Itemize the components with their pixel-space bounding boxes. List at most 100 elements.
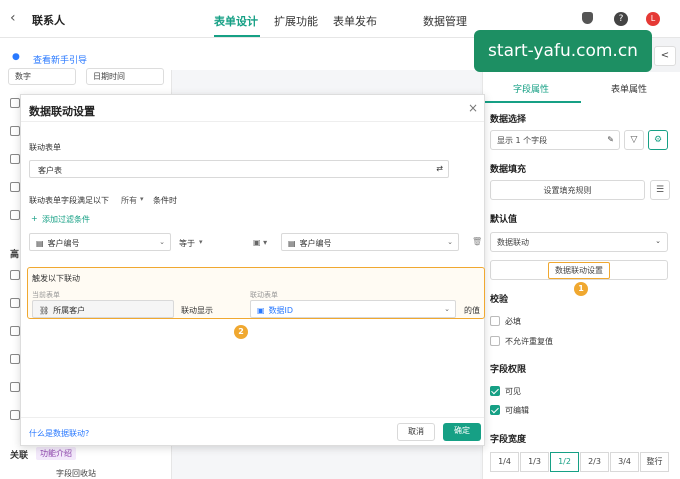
- caret-down-icon: ▾: [140, 195, 144, 203]
- caret-down-icon: ▾: [199, 238, 203, 246]
- dept-icon: [10, 182, 20, 192]
- component-number-label: 数字: [15, 72, 31, 81]
- trigger-section: 触发以下联动 当前表单 联动表单 ⛓ 所属客户 联动显示 ▣ 数据ID ⌄ 的值: [27, 267, 485, 319]
- component-datetime[interactable]: 日期时间: [86, 68, 164, 85]
- data-select-label: 数据选择: [490, 115, 527, 125]
- edit-icon: ✎: [607, 135, 614, 144]
- link-setting-row: 数据联动设置: [490, 260, 668, 280]
- permission-label: 字段权限: [490, 365, 527, 375]
- right-tab-underline: [485, 101, 581, 103]
- confirm-button[interactable]: 确定: [443, 423, 481, 441]
- recycle-bin-link[interactable]: 字段回收站: [56, 468, 96, 479]
- filter-value-field: 客户编号: [299, 239, 332, 248]
- target-field-value: 数据ID: [268, 306, 294, 315]
- location-pin-icon: ●: [12, 52, 20, 62]
- data-link-setting-button[interactable]: 数据联动设置: [548, 262, 610, 279]
- width-option[interactable]: 1/3: [520, 452, 549, 472]
- current-field-value: 所属客户: [53, 306, 86, 315]
- field-icon: ▤: [288, 239, 296, 248]
- checkbox-icon: [10, 126, 20, 136]
- radio-icon: [10, 98, 20, 108]
- filter-value-select[interactable]: ▤ 客户编号 ⌄: [281, 233, 459, 251]
- guide-strip: ● 查看新手引导: [0, 38, 480, 70]
- formula-icon: [10, 410, 20, 420]
- chevron-down-icon: ⌄: [159, 238, 165, 246]
- property-panel: 字段属性 表单属性 数据选择 显示 1 个字段 ✎ ▽ ⚙ 数据填充 设置填充规则…: [482, 72, 680, 479]
- help-icon[interactable]: ?: [614, 12, 628, 26]
- required-label: 必填: [505, 317, 521, 326]
- data-select-field[interactable]: 显示 1 个字段 ✎: [490, 130, 620, 150]
- app-title: 联系人: [32, 14, 65, 27]
- no-duplicate-checkbox[interactable]: [490, 336, 500, 346]
- link-form-value: 客户表: [38, 166, 62, 175]
- split-icon: [10, 210, 20, 220]
- current-field-select[interactable]: ⛓ 所属客户: [32, 300, 174, 318]
- fill-rule-label: 设置填充规则: [543, 186, 592, 195]
- divider: [21, 121, 484, 122]
- file-icon: [10, 354, 20, 364]
- settings-icon[interactable]: ⚙: [648, 130, 668, 150]
- close-icon[interactable]: ×: [468, 101, 478, 115]
- chevron-left-icon[interactable]: ‹: [10, 10, 16, 26]
- no-duplicate-label: 不允许重复值: [505, 337, 553, 346]
- help-link[interactable]: 什么是数据联动?: [29, 428, 89, 439]
- link-display-text: 联动显示: [181, 306, 213, 315]
- relation-section-label: 关联: [10, 451, 29, 461]
- bell-icon[interactable]: [582, 12, 593, 24]
- width-option[interactable]: 整行: [640, 452, 669, 472]
- link-icon: ⛓: [39, 306, 50, 315]
- add-filter-button[interactable]: 添加过滤条件: [42, 214, 90, 225]
- value-type-icon[interactable]: ▣ ▾: [253, 238, 267, 247]
- image-icon: [10, 326, 20, 336]
- dialog-title: 数据联动设置: [29, 105, 95, 118]
- tab-extensions[interactable]: 扩展功能: [274, 13, 318, 29]
- field-width-label: 字段宽度: [490, 435, 527, 445]
- data-link-dialog: 数据联动设置 × 联动表单 客户表 ⇄ 联动表单字段满足以下 所有 ▾ 条件时 +…: [20, 94, 485, 446]
- filter-op-select[interactable]: 等于: [179, 238, 195, 249]
- default-value-text: 数据联动: [497, 238, 529, 247]
- condition-mode-select[interactable]: 所有: [121, 195, 137, 206]
- data-fill-label: 数据填充: [490, 165, 527, 175]
- width-option[interactable]: 2/3: [580, 452, 609, 472]
- component-number[interactable]: 数字: [8, 68, 76, 85]
- guide-link[interactable]: 查看新手引导: [33, 53, 87, 66]
- share-icon[interactable]: <: [654, 46, 676, 66]
- id-icon: ▣: [257, 306, 265, 315]
- feature-intro-tag[interactable]: 功能介绍: [36, 447, 76, 460]
- step-badge-2: 2: [234, 325, 248, 339]
- required-checkbox[interactable]: [490, 316, 500, 326]
- delete-icon[interactable]: 🗑: [472, 237, 482, 246]
- field-icon: ▤: [36, 239, 44, 248]
- tab-form-props[interactable]: 表单属性: [611, 82, 647, 95]
- visible-label: 可见: [505, 387, 521, 396]
- default-value-select[interactable]: 数据联动 ⌄: [490, 232, 668, 252]
- tab-form-design[interactable]: 表单设计: [214, 13, 258, 29]
- width-option[interactable]: 3/4: [610, 452, 639, 472]
- fill-rule-button[interactable]: 设置填充规则: [490, 180, 645, 200]
- editable-checkbox[interactable]: [490, 405, 500, 415]
- user-icon: [10, 154, 20, 164]
- cancel-button[interactable]: 取消: [397, 423, 435, 441]
- tab-data-manage[interactable]: 数据管理: [423, 13, 467, 29]
- tab-publish[interactable]: 表单发布: [333, 13, 377, 29]
- visible-checkbox[interactable]: [490, 386, 500, 396]
- filter-field-select[interactable]: ▤ 客户编号 ⌄: [29, 233, 171, 251]
- link-form-select[interactable]: 客户表 ⇄: [29, 160, 449, 178]
- avatar[interactable]: L: [646, 12, 660, 26]
- condition-suffix: 条件时: [153, 196, 177, 205]
- value-suffix: 的值: [464, 306, 480, 315]
- width-option-active[interactable]: 1/2: [550, 452, 579, 472]
- filter-icon[interactable]: ▽: [624, 130, 644, 150]
- component-datetime-label: 日期时间: [93, 72, 125, 81]
- swap-icon: ⇄: [436, 164, 443, 173]
- condition-prefix: 联动表单字段满足以下: [29, 196, 109, 205]
- tab-field-props[interactable]: 字段属性: [513, 82, 549, 95]
- filter-field-value: 客户编号: [47, 239, 80, 248]
- target-field-select[interactable]: ▣ 数据ID ⌄: [250, 300, 456, 318]
- validate-label: 校验: [490, 295, 509, 305]
- current-form-col: 当前表单: [32, 291, 60, 299]
- data-select-value: 显示 1 个字段: [497, 136, 548, 145]
- width-option[interactable]: 1/4: [490, 452, 519, 472]
- list-icon[interactable]: ☰: [650, 180, 670, 200]
- watermark: start-yafu.com.cn: [474, 30, 652, 72]
